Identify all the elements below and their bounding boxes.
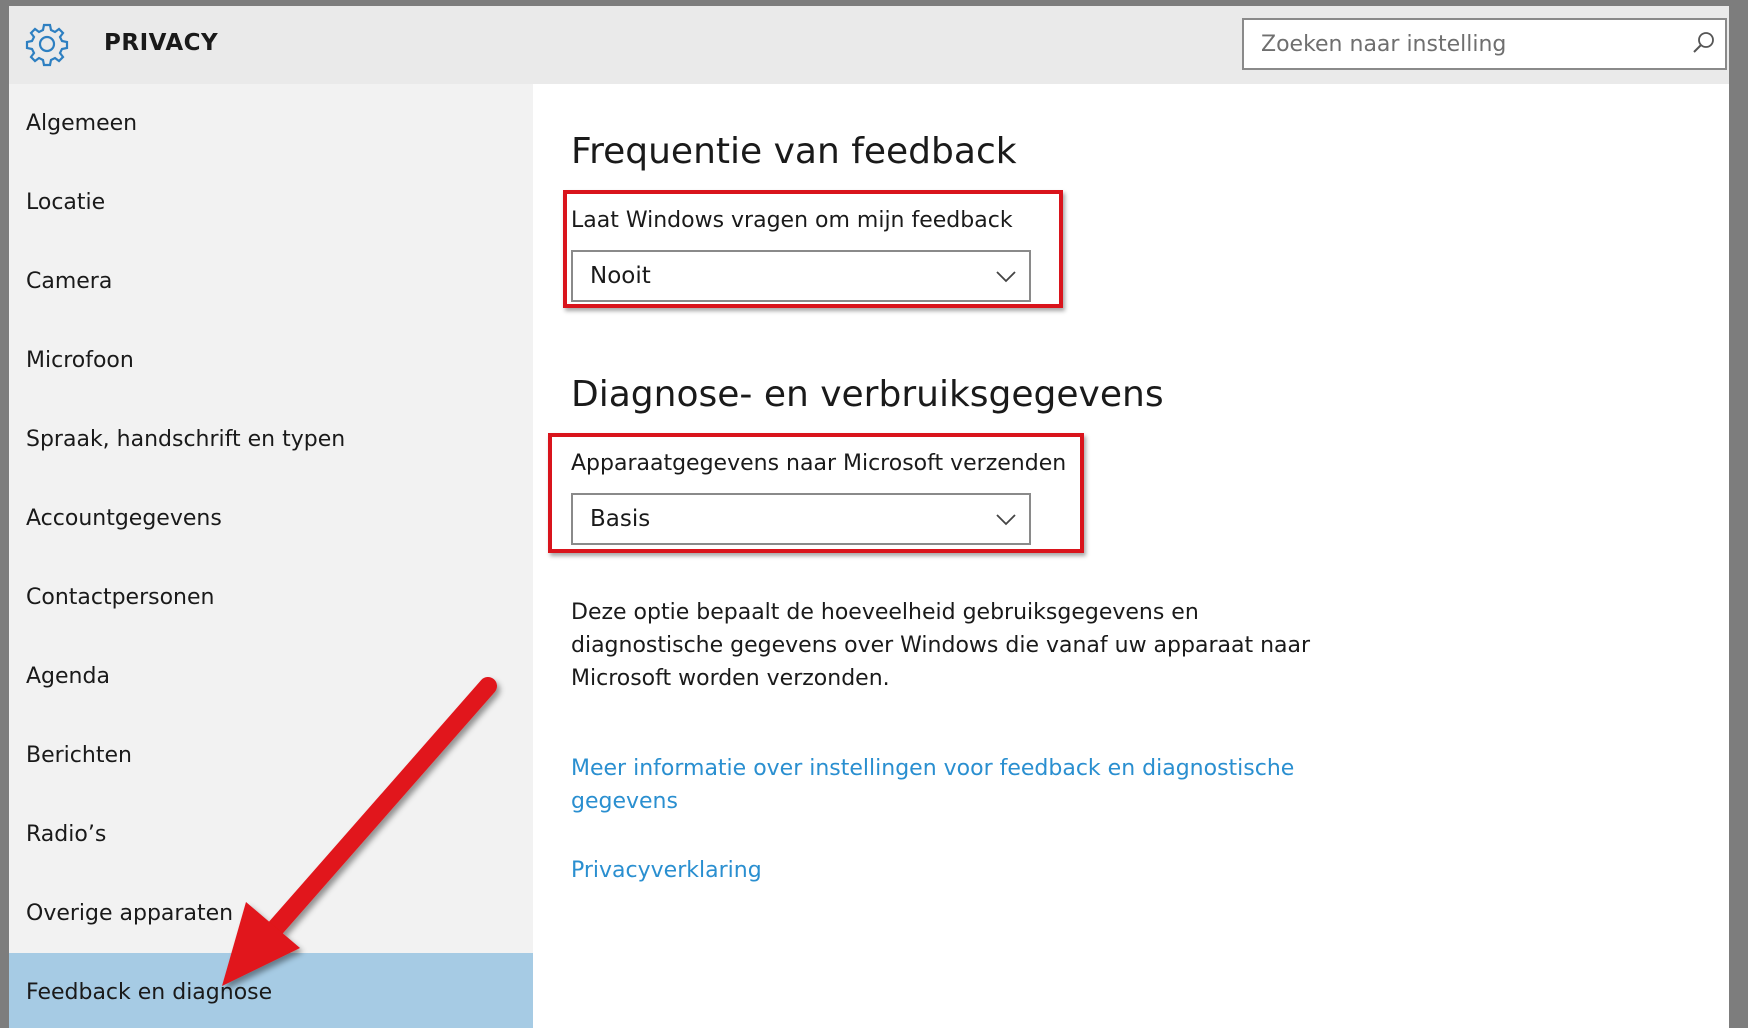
- sidebar-item-berichten[interactable]: Berichten: [9, 716, 533, 795]
- header-bar: PRIVACY: [9, 6, 1729, 84]
- settings-window: PRIVACY Algemeen Locatie Camera Microfoo…: [9, 6, 1729, 1028]
- page-title: PRIVACY: [104, 30, 219, 56]
- sidebar-item-microfoon[interactable]: Microfoon: [9, 321, 533, 400]
- search-input[interactable]: [1244, 20, 1684, 68]
- more-info-link-line[interactable]: gegevens: [571, 785, 1311, 818]
- search-icon[interactable]: [1691, 30, 1717, 56]
- description-line: Deze optie bepaalt de hoeveelheid gebrui…: [571, 600, 1199, 625]
- diagnostics-description: Deze optie bepaalt de hoeveelheid gebrui…: [571, 596, 1311, 695]
- description-line: Microsoft worden verzonden.: [571, 666, 890, 691]
- sidebar-item-contactpersonen[interactable]: Contactpersonen: [9, 558, 533, 637]
- gear-icon: [25, 23, 69, 67]
- diagnostics-heading: Diagnose- en verbruiksgegevens: [571, 374, 1164, 415]
- sidebar-item-spraak[interactable]: Spraak, handschrift en typen: [9, 400, 533, 479]
- more-info-link[interactable]: Meer informatie over instellingen voor f…: [571, 752, 1311, 818]
- privacy-statement-link[interactable]: Privacyverklaring: [571, 854, 1311, 887]
- highlight-box-feedback: [563, 190, 1063, 308]
- highlight-box-diagnostics: [548, 433, 1084, 553]
- sidebar-item-radios[interactable]: Radio’s: [9, 795, 533, 874]
- sidebar-item-feedback-diagnose[interactable]: Feedback en diagnose: [9, 953, 533, 1028]
- sidebar-item-locatie[interactable]: Locatie: [9, 163, 533, 242]
- sidebar-item-accountgegevens[interactable]: Accountgegevens: [9, 479, 533, 558]
- sidebar-item-algemeen[interactable]: Algemeen: [9, 84, 533, 163]
- sidebar-item-camera[interactable]: Camera: [9, 242, 533, 321]
- search-box[interactable]: [1242, 18, 1727, 70]
- feedback-heading: Frequentie van feedback: [571, 131, 1017, 172]
- sidebar-item-agenda[interactable]: Agenda: [9, 637, 533, 716]
- more-info-link-line[interactable]: Meer informatie over instellingen voor f…: [571, 752, 1311, 785]
- sidebar-nav: Algemeen Locatie Camera Microfoon Spraak…: [9, 84, 533, 1028]
- sidebar-item-overige-apparaten[interactable]: Overige apparaten: [9, 874, 533, 953]
- main-content: Frequentie van feedback Laat Windows vra…: [533, 84, 1729, 1028]
- description-line: diagnostische gegevens over Windows die …: [571, 633, 1311, 658]
